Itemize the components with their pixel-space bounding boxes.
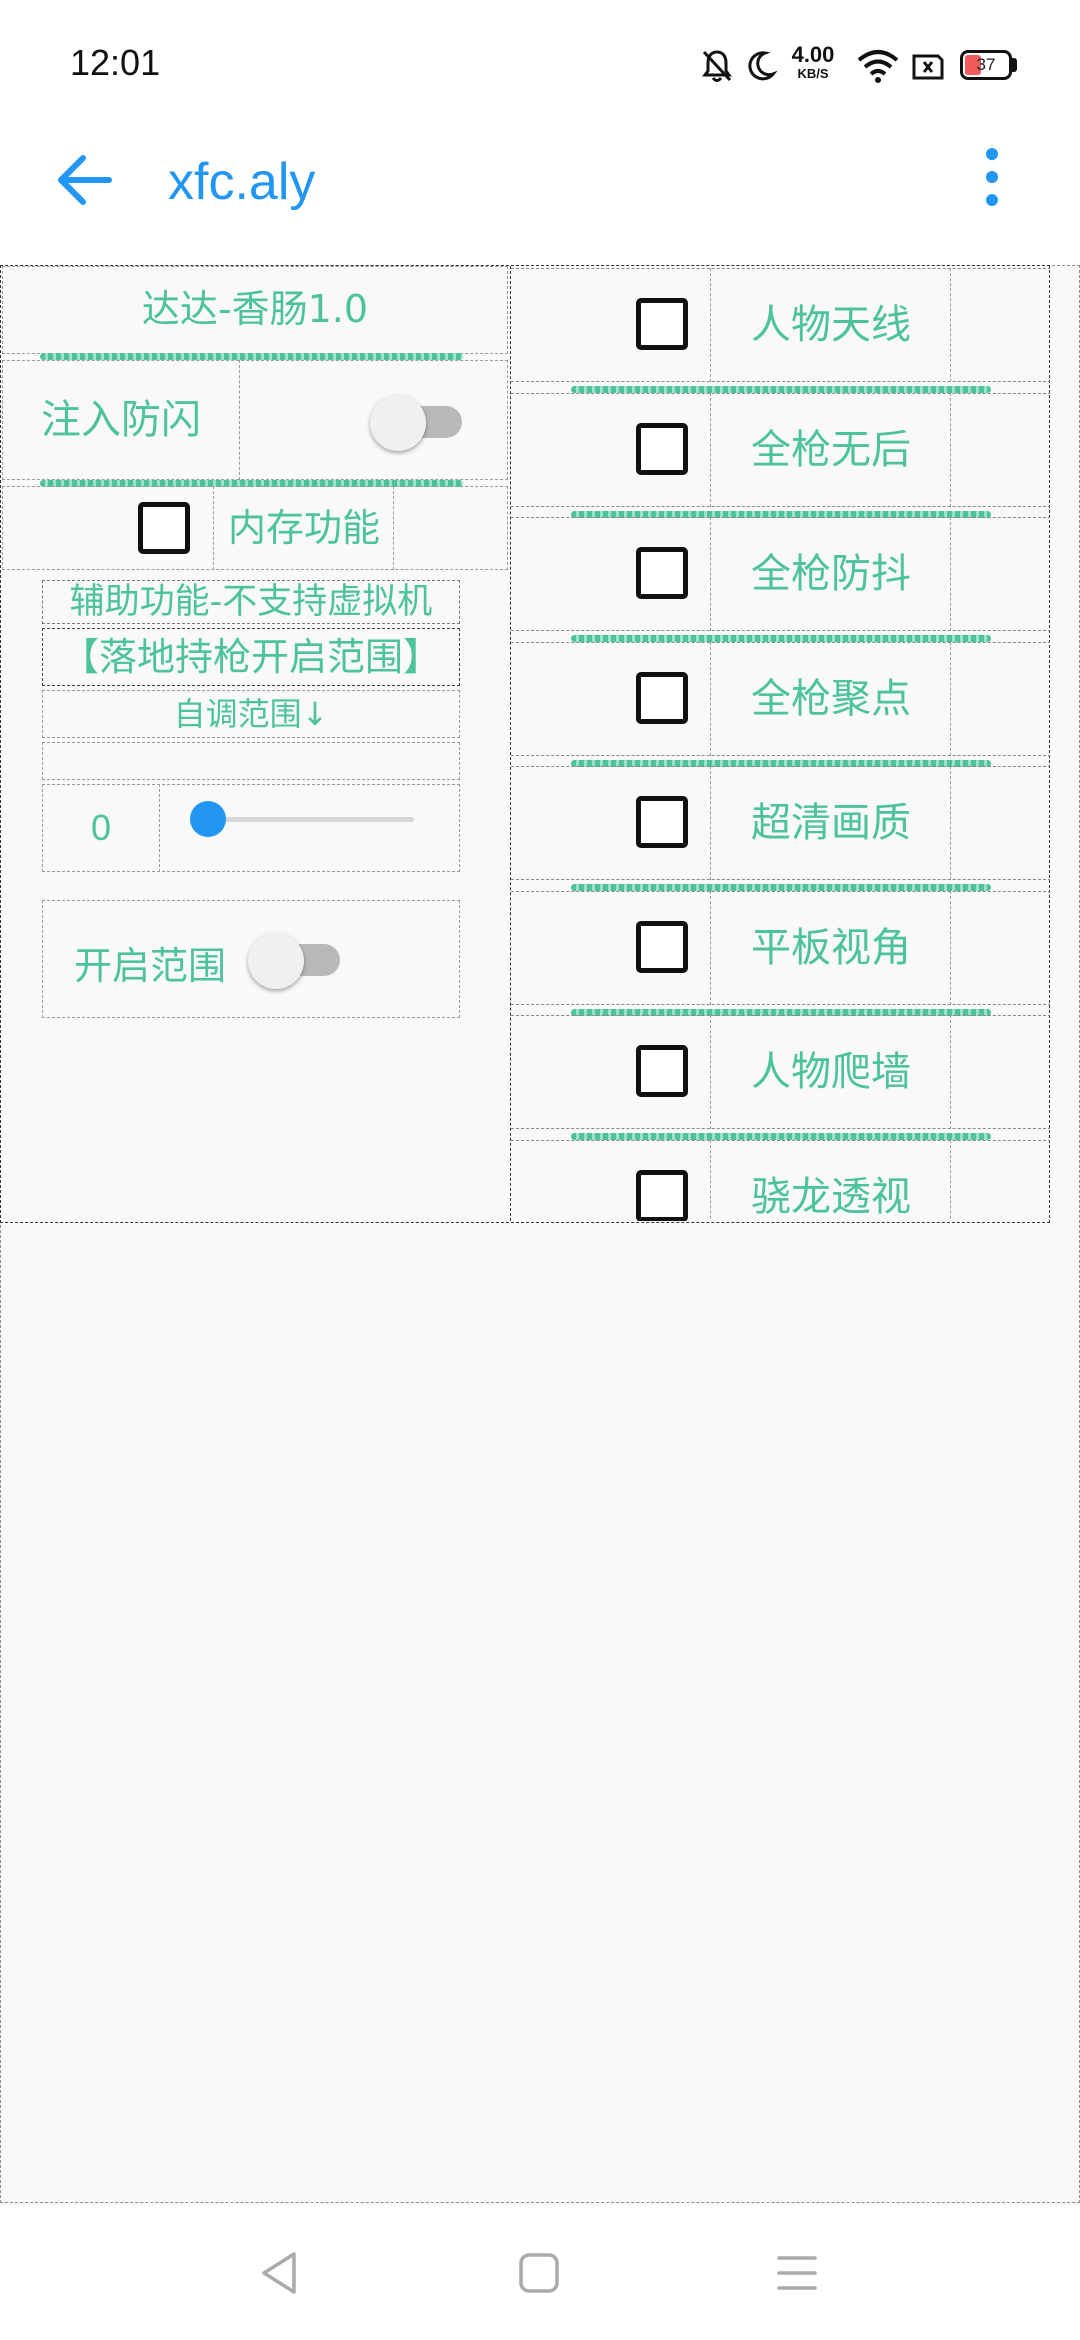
slider-track[interactable] — [208, 817, 414, 822]
divider-wave — [40, 353, 463, 360]
feature-item[interactable]: 全枪无后 — [511, 392, 1050, 518]
enable-range-label: 开启范围 — [74, 944, 227, 988]
nav-back-icon[interactable] — [258, 2250, 298, 2296]
spacer-box — [42, 742, 460, 780]
assist-label: 辅助功能-不支持虚拟机 — [69, 582, 433, 622]
enable-range-toggle[interactable] — [248, 933, 344, 989]
feature-checkbox[interactable] — [636, 1045, 688, 1097]
moon-icon — [748, 51, 777, 81]
feature-label: 全枪防抖 — [751, 551, 911, 597]
feature-checkbox[interactable] — [636, 422, 688, 475]
feature-item[interactable]: 超清画质 — [511, 766, 1050, 891]
feature-checkbox[interactable] — [636, 298, 688, 350]
more-vert-icon[interactable] — [975, 148, 1009, 212]
app-bar — [0, 130, 1080, 265]
feature-checkbox[interactable] — [636, 1169, 688, 1221]
memory-label: 内存功能 — [227, 506, 380, 550]
adjust-label: 自调范围↓ — [173, 695, 329, 733]
feature-item[interactable]: 骁龙透视 — [511, 1139, 1050, 1221]
feature-checkbox[interactable] — [636, 920, 688, 973]
feature-label: 全枪聚点 — [751, 675, 911, 722]
feature-label: 全枪无后 — [751, 426, 911, 473]
battery-icon: 37 — [960, 50, 1012, 80]
inject-label: 注入防闪 — [41, 397, 201, 443]
feature-label: 平板视角 — [751, 924, 911, 971]
network-speed-unit: KB/S — [797, 66, 829, 81]
feature-label: 人物天线 — [751, 302, 911, 348]
feature-item[interactable]: 人物天线 — [511, 268, 1050, 393]
app-title: xfc.aly — [168, 153, 316, 211]
battery-tip — [1012, 58, 1017, 72]
sim-off-icon — [912, 54, 944, 80]
network-speed: 4.00 KB/S — [785, 42, 841, 81]
wifi-icon — [857, 50, 899, 83]
inject-toggle[interactable] — [370, 395, 466, 451]
toggle-thumb — [248, 933, 304, 989]
arrow-left-icon[interactable] — [55, 150, 115, 210]
feature-checkbox[interactable] — [636, 547, 688, 599]
memory-checkbox[interactable] — [138, 502, 190, 554]
network-speed-value: 4.00 — [791, 42, 835, 67]
battery-level: 37 — [976, 55, 996, 74]
slider-value: 0 — [90, 807, 112, 848]
feature-item[interactable]: 全枪防抖 — [511, 517, 1050, 642]
feature-item[interactable]: 平板视角 — [511, 890, 1050, 1016]
feature-label: 骁龙透视 — [751, 1173, 911, 1220]
feature-label: 超清画质 — [751, 800, 911, 846]
feature-checkbox[interactable] — [636, 671, 688, 724]
panel-title: 达达-香肠1.0 — [141, 287, 369, 331]
left-column: 达达-香肠1.0 注入防闪 内存功能 辅助功能-不支持虚拟机 【落地持枪开启范围… — [2, 266, 510, 1221]
feature-item[interactable]: 全枪聚点 — [511, 641, 1050, 767]
feature-item[interactable]: 人物爬墙 — [511, 1015, 1050, 1140]
right-column: 人物天线全枪无后全枪防抖全枪聚点超清画质平板视角人物爬墙骁龙透视 — [510, 266, 1050, 1221]
range-header: 【落地持枪开启范围】 — [60, 635, 441, 679]
feature-label: 人物爬墙 — [751, 1049, 911, 1095]
feature-checkbox[interactable] — [636, 796, 688, 848]
bell-muted-icon — [702, 50, 732, 82]
toggle-thumb — [370, 395, 426, 451]
status-time: 12:01 — [70, 42, 161, 83]
nav-recents-icon[interactable] — [776, 2254, 818, 2292]
nav-home-icon[interactable] — [518, 2252, 560, 2294]
slider-thumb[interactable] — [190, 801, 226, 837]
